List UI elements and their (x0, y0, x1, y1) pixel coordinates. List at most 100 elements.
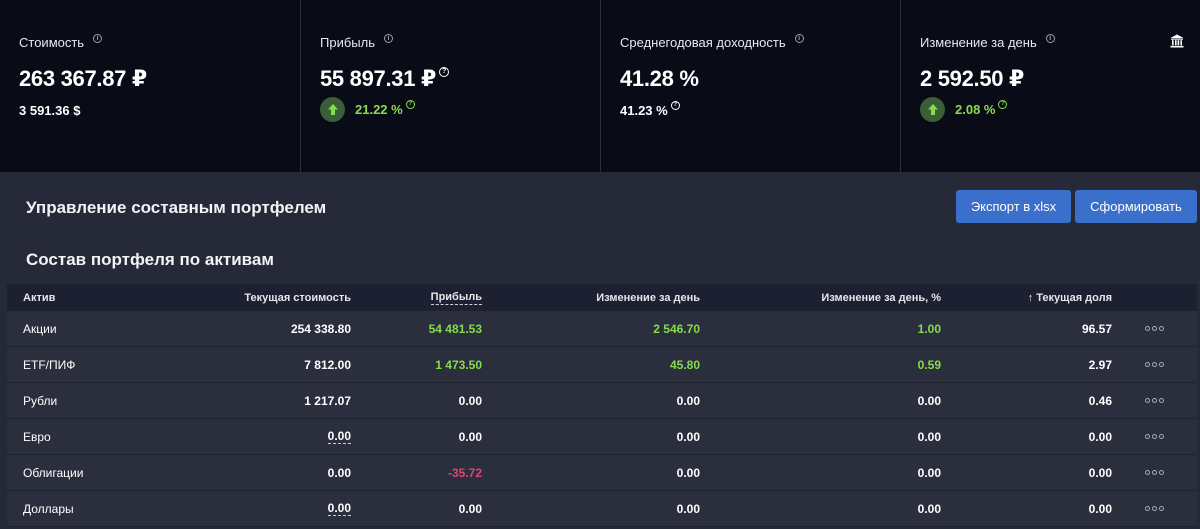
cell-profit: 54 481.53 (428, 321, 482, 336)
section-title: Управление составным портфелем (26, 198, 327, 217)
info-icon[interactable]: i (93, 33, 103, 43)
cell-day-change-percent: 0.00 (917, 465, 941, 480)
question-icon[interactable]: ? (439, 67, 449, 77)
cell-asset: Рубли (23, 393, 58, 408)
stat-sub-value: 41.23 % ? (620, 101, 900, 118)
header-current-value[interactable]: Текущая стоимость (244, 284, 351, 311)
table-row[interactable]: Рубли 1 217.07 0.00 0.00 0.00 0.46 (7, 383, 1197, 419)
stat-label: Среднегодовая доходность i (620, 33, 900, 50)
cell-asset: Евро (23, 429, 51, 444)
stat-change: 2.08 % ? (920, 97, 1200, 122)
cell-profit: 1 473.50 (435, 357, 482, 372)
question-icon[interactable]: ? (998, 100, 1008, 109)
more-dots-icon[interactable] (1145, 419, 1164, 454)
change-percent: 21.22 % ? (355, 100, 415, 117)
cell-value: 7 812.00 (304, 357, 351, 372)
stat-label-text: Среднегодовая доходность (620, 34, 786, 50)
stat-change: 21.22 % ? (320, 97, 600, 122)
stat-label-text: Стоимость (19, 34, 85, 50)
info-icon[interactable]: i (794, 33, 804, 43)
stat-label-text: Изменение за день (920, 34, 1037, 50)
stat-value-text: 55 897.31 ₽ (320, 66, 436, 91)
cell-day-change: 2 546.70 (653, 321, 700, 336)
stat-label: Стоимость i (19, 33, 300, 50)
cell-value: 0.00 (327, 465, 351, 480)
more-dots-icon[interactable] (1145, 383, 1164, 418)
cell-value: 0.00 (327, 419, 351, 454)
table-row[interactable]: Доллары 0.00 0.00 0.00 0.00 0.00 (7, 491, 1197, 527)
stat-card-day-change: Изменение за день i 2 592.50 ₽ 2.08 % ? (900, 0, 1200, 172)
cell-share: 0.46 (1088, 393, 1112, 408)
info-icon[interactable]: i (1045, 33, 1055, 43)
export-xlsx-button[interactable]: Экспорт в xlsx (956, 190, 1071, 223)
cell-profit: 0.00 (458, 429, 482, 444)
header-profit[interactable]: Прибыль (430, 284, 482, 311)
header-profit-text: Прибыль (430, 290, 482, 305)
stat-value: 263 367.87 ₽ (19, 66, 147, 91)
cell-day-change-percent: 0.59 (917, 357, 941, 372)
table-row[interactable]: ETF/ПИФ 7 812.00 1 473.50 45.80 0.59 2.9… (7, 347, 1197, 383)
cell-profit: 0.00 (458, 393, 482, 408)
table-row[interactable]: Облигации 0.00 -35.72 0.00 0.00 0.00 (7, 455, 1197, 491)
cell-asset: Акции (23, 321, 57, 336)
cell-day-change: 0.00 (676, 501, 700, 516)
cell-value-text: 0.00 (327, 428, 351, 444)
generate-button[interactable]: Сформировать (1075, 190, 1197, 223)
header-current-share[interactable]: ↑ Текущая доля (1028, 284, 1112, 311)
stats-bar: Стоимость i 263 367.87 ₽ 3 591.36 $ Приб… (0, 0, 1200, 172)
stat-sub-text: 3 591.36 $ (19, 103, 81, 118)
cell-day-change-percent: 1.00 (917, 321, 941, 336)
stat-value: 41.28 % (620, 66, 699, 91)
stat-value: 55 897.31 ₽ ? (320, 66, 600, 94)
stat-label: Прибыль i (320, 33, 600, 50)
stat-sub-text: 41.23 % (620, 103, 668, 118)
info-icon[interactable]: i (383, 33, 393, 43)
stat-label-text: Прибыль (320, 34, 375, 50)
more-dots-icon[interactable] (1145, 491, 1164, 526)
more-dots-icon[interactable] (1145, 455, 1164, 490)
stat-label: Изменение за день i (920, 33, 1200, 50)
arrow-up-icon (320, 97, 345, 122)
cell-day-change: 0.00 (676, 465, 700, 480)
cell-asset: Доллары (23, 501, 74, 516)
cell-asset: Облигации (23, 465, 84, 480)
question-icon[interactable]: ? (405, 100, 415, 109)
table-header: Актив Текущая стоимость Прибыль Изменени… (7, 284, 1197, 311)
assets-table: Актив Текущая стоимость Прибыль Изменени… (7, 284, 1197, 527)
cell-value: 0.00 (327, 491, 351, 526)
header-day-change-percent[interactable]: Изменение за день, % (821, 284, 941, 311)
change-percent: 2.08 % ? (955, 100, 1008, 117)
cell-day-change-percent: 0.00 (917, 393, 941, 408)
stat-card-value: Стоимость i 263 367.87 ₽ 3 591.36 $ (0, 0, 300, 172)
cell-share: 96.57 (1081, 321, 1112, 336)
stat-sub-value: 3 591.36 $ (19, 103, 300, 118)
cell-profit: -35.72 (447, 465, 482, 480)
change-percent-text: 21.22 % (355, 102, 403, 117)
header-asset[interactable]: Актив (23, 284, 55, 311)
cell-day-change: 45.80 (669, 357, 700, 372)
stat-card-profit: Прибыль i 55 897.31 ₽ ? 21.22 % ? (300, 0, 600, 172)
cell-share: 2.97 (1088, 357, 1112, 372)
more-dots-icon[interactable] (1145, 347, 1164, 382)
cell-share: 0.00 (1088, 465, 1112, 480)
cell-profit: 0.00 (458, 501, 482, 516)
table-row[interactable]: Акции 254 338.80 54 481.53 2 546.70 1.00… (7, 311, 1197, 347)
cell-share: 0.00 (1088, 501, 1112, 516)
cell-asset: ETF/ПИФ (23, 357, 76, 372)
question-icon[interactable]: ? (670, 101, 680, 110)
arrow-up-icon (920, 97, 945, 122)
bank-icon[interactable] (1170, 34, 1184, 53)
stat-value: 2 592.50 ₽ (920, 66, 1025, 91)
cell-day-change: 0.00 (676, 393, 700, 408)
cell-share: 0.00 (1088, 429, 1112, 444)
header-day-change[interactable]: Изменение за день (596, 284, 700, 311)
cell-value-text: 0.00 (327, 500, 351, 516)
cell-day-change-percent: 0.00 (917, 501, 941, 516)
table-row[interactable]: Евро 0.00 0.00 0.00 0.00 0.00 (7, 419, 1197, 455)
composition-title: Состав портфеля по активам (26, 250, 274, 269)
change-percent-text: 2.08 % (955, 102, 996, 117)
cell-value: 1 217.07 (304, 393, 351, 408)
stat-card-annual-yield: Среднегодовая доходность i 41.28 % 41.23… (600, 0, 900, 172)
cell-day-change: 0.00 (676, 429, 700, 444)
more-dots-icon[interactable] (1145, 311, 1164, 346)
